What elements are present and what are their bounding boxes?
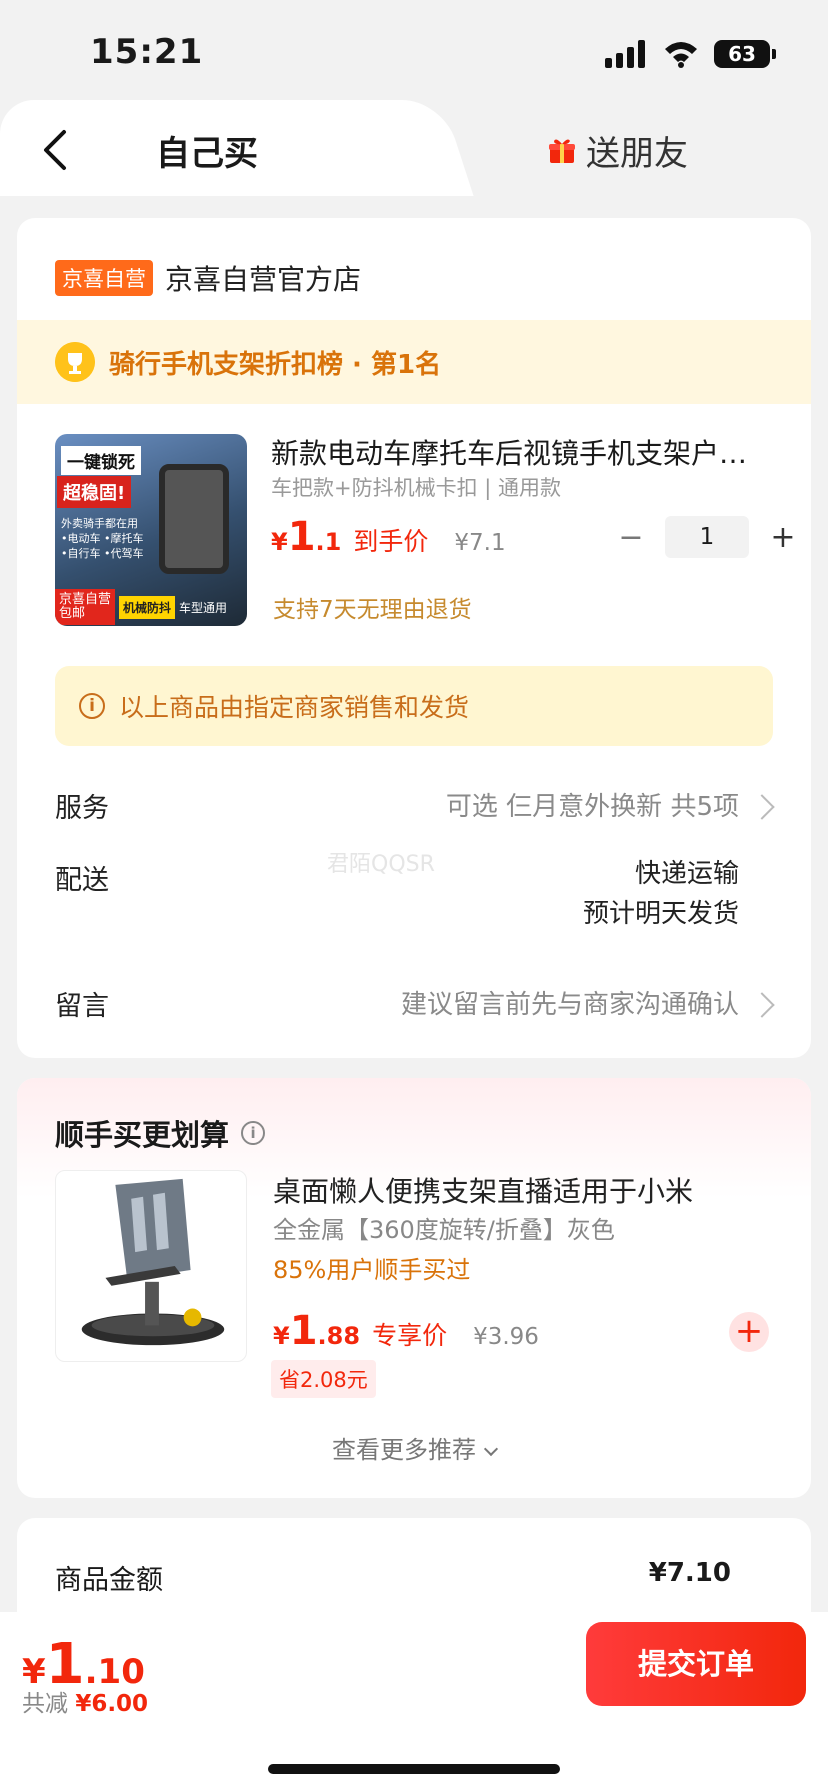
product-image-tag: 超稳固! [57, 476, 132, 508]
recommend-spec: 全金属【360度旋转/折叠】灰色 [273, 1216, 615, 1244]
battery-icon: 63 [714, 40, 776, 68]
back-icon[interactable] [38, 128, 74, 172]
seller-notice: i 以上商品由指定商家销售和发货 [55, 666, 773, 746]
phone-holder-graphic [159, 464, 229, 574]
store-row[interactable]: 京喜自营 京喜自营官方店 [55, 258, 361, 298]
notice-text: 以上商品由指定商家销售和发货 [119, 693, 470, 722]
original-price: ¥7.1 [454, 530, 506, 556]
status-time: 15:21 [90, 32, 204, 72]
tab-gift[interactable]: 送朋友 [548, 126, 688, 175]
product-image-badges: 京喜自营 包邮 机械防抖 车型通用 [55, 588, 247, 626]
rank-text: 骑行手机支架折扣榜 · 第1名 [109, 349, 442, 380]
info-icon: i [79, 693, 105, 719]
recommend-name[interactable]: 桌面懒人便携支架直播适用于小米 [273, 1170, 693, 1210]
tab-self-label[interactable]: 自己买 [156, 126, 258, 175]
service-value[interactable]: 可选 仨月意外换新 共5项 [446, 786, 739, 823]
product-spec[interactable]: 车把款+防抖机械卡扣 | 通用款 [271, 472, 561, 502]
product-price: ¥ 1 .1 到手价 ¥7.1 [271, 514, 506, 560]
service-label: 服务 [55, 793, 109, 824]
amount-value: ¥7.10 [648, 1558, 731, 1588]
increase-button[interactable]: + [763, 520, 803, 555]
total-saved[interactable]: 共减 ¥6.00 [22, 1684, 148, 1718]
signal-icon [605, 40, 647, 68]
info-icon[interactable]: i [241, 1121, 266, 1145]
gift-icon [549, 139, 575, 163]
decrease-button[interactable]: − [611, 520, 651, 555]
watermark: 君陌QQSR [327, 852, 435, 877]
recommend-product-image[interactable] [55, 1170, 247, 1362]
quantity-input[interactable]: 1 [665, 516, 749, 558]
recommend-card: 顺手买更划算 i 桌面懒人便携支架直播适用于小米 全金属【360度旋转/折叠】灰… [17, 1078, 811, 1498]
saving-badge: 省2.08元 [271, 1360, 376, 1398]
store-badge: 京喜自营 [55, 260, 153, 296]
recommend-price: ¥ 1 .88 专享价 ¥3.96 [273, 1308, 539, 1354]
store-name[interactable]: 京喜自营官方店 [165, 258, 361, 298]
submit-order-button[interactable]: 提交订单 [586, 1622, 806, 1706]
quantity-stepper: − 1 + [611, 516, 803, 558]
status-bar: 15:21 63 [0, 0, 828, 100]
return-policy: 支持7天无理由退货 [273, 597, 472, 623]
product-image-lines: 外卖骑手都在用 •电动车 •摩托车 •自行车 •代驾车 [61, 517, 144, 560]
tab-gift-label: 送朋友 [586, 134, 688, 174]
delivery-label: 配送 [55, 865, 109, 896]
rank-banner[interactable]: 骑行手机支架折扣榜 · 第1名 [17, 320, 811, 404]
see-more-button[interactable]: 查看更多推荐 [17, 1430, 811, 1465]
trophy-icon [55, 342, 95, 382]
product-image-tag: 一键锁死 [61, 446, 141, 475]
product-title[interactable]: 新款电动车摩托车后视镜手机支架户外骑行导航 [271, 432, 771, 472]
tab-bar: 自己买 送朋友 [0, 100, 828, 196]
add-to-order-button[interactable]: + [729, 1312, 769, 1352]
price-label: 到手价 [353, 527, 429, 556]
recommend-bought: 85%用户顺手买过 [273, 1256, 471, 1284]
message-input[interactable]: 建议留言前先与商家沟通确认 [401, 984, 739, 1021]
recommend-title: 顺手买更划算 i [55, 1112, 266, 1154]
message-label: 留言 [55, 991, 109, 1022]
message-chevron-icon[interactable] [749, 992, 775, 1018]
checkout-bar: ¥ 1 .10 共减 ¥6.00 提交订单 [0, 1612, 828, 1792]
chevron-down-icon [483, 1441, 499, 1457]
service-chevron-icon[interactable] [749, 794, 775, 820]
delivery-value: 快递运输 预计明天发货 [582, 859, 739, 929]
original-price: ¥3.96 [473, 1324, 539, 1350]
price-label: 专享价 [372, 1321, 448, 1350]
wifi-icon [665, 42, 697, 68]
amount-label: 商品金额 [55, 1565, 163, 1596]
product-image[interactable]: 一键锁死 超稳固! 外卖骑手都在用 •电动车 •摩托车 •自行车 •代驾车 京喜… [55, 434, 247, 626]
order-card: 京喜自营 京喜自营官方店 骑行手机支架折扣榜 · 第1名 一键锁死 超稳固! 外… [17, 218, 811, 1058]
home-indicator[interactable] [268, 1764, 560, 1774]
